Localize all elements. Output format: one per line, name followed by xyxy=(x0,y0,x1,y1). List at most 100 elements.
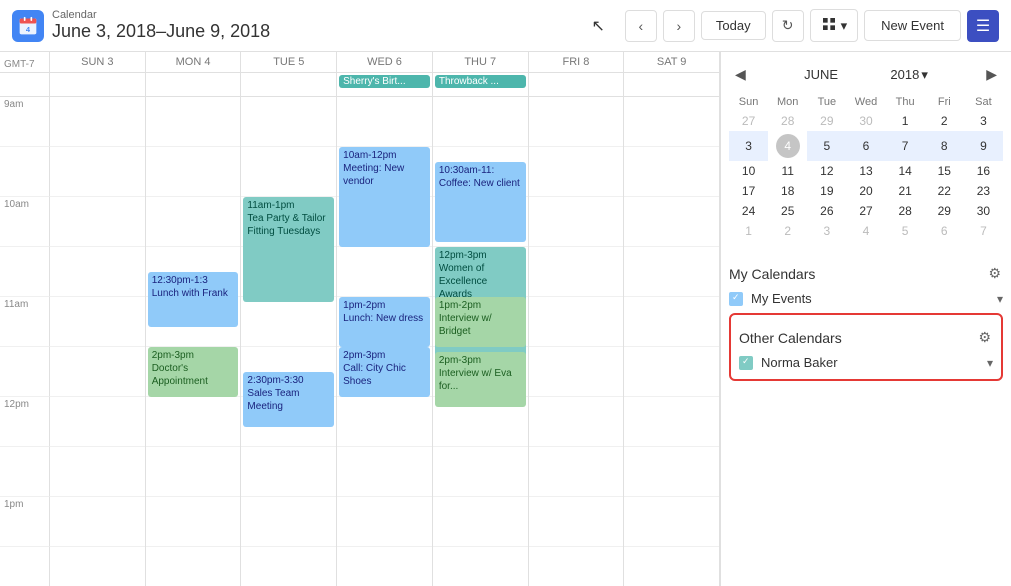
mini-cal-day[interactable]: 7 xyxy=(886,131,925,161)
calendar-event[interactable]: 11am-1pm Tea Party & Tailor Fitting Tues… xyxy=(243,197,334,302)
mini-cal-day[interactable]: 4 xyxy=(768,131,807,161)
mini-cal-day[interactable]: 5 xyxy=(807,131,846,161)
mini-cal-day[interactable]: 2 xyxy=(768,221,807,241)
calendar-event[interactable]: 1pm-2pm Lunch: New dress xyxy=(339,297,430,347)
mini-cal-prev[interactable]: ◀ xyxy=(729,64,752,85)
today-button[interactable]: Today xyxy=(701,11,766,40)
calendar-event[interactable]: 2pm-3pm Call: City Chic Shoes xyxy=(339,347,430,397)
mini-cal-day[interactable]: 10 xyxy=(729,161,768,181)
hour-cell[interactable] xyxy=(146,97,241,147)
hour-cell[interactable] xyxy=(529,547,624,586)
hour-cell[interactable] xyxy=(146,147,241,197)
hour-cell[interactable] xyxy=(241,97,336,147)
hour-cell[interactable] xyxy=(50,347,145,397)
mini-cal-next[interactable]: ▶ xyxy=(980,64,1003,85)
refresh-button[interactable]: ↻ xyxy=(772,10,804,42)
mini-cal-day[interactable]: 14 xyxy=(886,161,925,181)
hour-cell[interactable] xyxy=(337,547,432,586)
hour-cell[interactable] xyxy=(529,297,624,347)
hour-cell[interactable] xyxy=(624,147,719,197)
hour-cell[interactable] xyxy=(624,97,719,147)
hour-cell[interactable] xyxy=(50,447,145,497)
allday-event-throwback[interactable]: Throwback ... xyxy=(435,75,526,88)
mini-cal-day[interactable]: 4 xyxy=(846,221,885,241)
calendar-event[interactable]: 2pm-3pm Doctor's Appointment xyxy=(148,347,239,397)
hour-cell[interactable] xyxy=(529,347,624,397)
prev-button[interactable]: ‹ xyxy=(625,10,657,42)
mini-cal-day[interactable]: 13 xyxy=(846,161,885,181)
hour-cell[interactable] xyxy=(241,447,336,497)
view-selector[interactable]: ▾ xyxy=(810,9,859,42)
hour-cell[interactable] xyxy=(433,447,528,497)
cal-checkbox[interactable] xyxy=(739,356,753,370)
mini-cal-day[interactable]: 30 xyxy=(846,111,885,131)
hour-cell[interactable] xyxy=(50,547,145,586)
hour-cell[interactable] xyxy=(241,147,336,197)
hour-cell[interactable] xyxy=(146,397,241,447)
hour-cell[interactable] xyxy=(624,397,719,447)
mini-cal-day[interactable]: 27 xyxy=(729,111,768,131)
mini-cal-day[interactable]: 26 xyxy=(807,201,846,221)
new-event-button[interactable]: New Event xyxy=(864,10,961,41)
hour-cell[interactable] xyxy=(337,97,432,147)
mini-cal-day[interactable]: 9 xyxy=(964,131,1003,161)
hour-cell[interactable] xyxy=(241,297,336,347)
mini-cal-day[interactable]: 11 xyxy=(768,161,807,181)
mini-cal-day[interactable]: 23 xyxy=(964,181,1003,201)
hour-cell[interactable] xyxy=(50,397,145,447)
hour-cell[interactable] xyxy=(241,497,336,547)
hour-cell[interactable] xyxy=(624,247,719,297)
hour-cell[interactable] xyxy=(337,397,432,447)
mini-cal-day[interactable]: 28 xyxy=(886,201,925,221)
mini-cal-day[interactable]: 6 xyxy=(925,221,964,241)
hour-cell[interactable] xyxy=(529,97,624,147)
next-button[interactable]: › xyxy=(663,10,695,42)
mini-cal-day[interactable]: 12 xyxy=(807,161,846,181)
mini-cal-day[interactable]: 16 xyxy=(964,161,1003,181)
cal-expand-btn[interactable]: ▾ xyxy=(987,356,993,370)
mini-cal-year-btn[interactable]: 2018 ▾ xyxy=(890,67,927,83)
mini-cal-day[interactable]: 20 xyxy=(846,181,885,201)
mini-cal-day[interactable]: 3 xyxy=(964,111,1003,131)
hour-cell[interactable] xyxy=(146,497,241,547)
hour-cell[interactable] xyxy=(50,297,145,347)
calendar-event[interactable]: 10:30am-11: Coffee: New client xyxy=(435,162,526,242)
mini-cal-day[interactable]: 15 xyxy=(925,161,964,181)
hour-cell[interactable] xyxy=(529,497,624,547)
hour-cell[interactable] xyxy=(146,447,241,497)
mini-cal-day[interactable]: 21 xyxy=(886,181,925,201)
hour-cell[interactable] xyxy=(624,197,719,247)
mini-cal-day[interactable]: 24 xyxy=(729,201,768,221)
hour-cell[interactable] xyxy=(624,547,719,586)
my-calendars-settings[interactable]: ⚙ xyxy=(986,263,1003,284)
mini-cal-day[interactable]: 29 xyxy=(925,201,964,221)
mini-cal-day[interactable]: 7 xyxy=(964,221,1003,241)
mini-cal-day[interactable]: 17 xyxy=(729,181,768,201)
hour-cell[interactable] xyxy=(529,247,624,297)
hour-cell[interactable] xyxy=(337,247,432,297)
allday-event-sherrys[interactable]: Sherry's Birt... xyxy=(339,75,430,88)
hour-cell[interactable] xyxy=(50,147,145,197)
cal-checkbox[interactable] xyxy=(729,292,743,306)
hour-cell[interactable] xyxy=(241,547,336,586)
hour-cell[interactable] xyxy=(50,247,145,297)
mini-cal-day[interactable]: 8 xyxy=(925,131,964,161)
mini-cal-day[interactable]: 3 xyxy=(729,131,768,161)
other-calendars-settings[interactable]: ⚙ xyxy=(976,327,993,348)
hour-cell[interactable] xyxy=(624,447,719,497)
hour-cell[interactable] xyxy=(337,497,432,547)
hour-cell[interactable] xyxy=(433,97,528,147)
hour-cell[interactable] xyxy=(146,547,241,586)
calendar-event[interactable]: 2pm-3pm Interview w/ Eva for... xyxy=(435,352,526,407)
hour-cell[interactable] xyxy=(433,497,528,547)
hour-cell[interactable] xyxy=(50,197,145,247)
hour-cell[interactable] xyxy=(433,547,528,586)
mini-cal-day[interactable]: 30 xyxy=(964,201,1003,221)
hour-cell[interactable] xyxy=(529,447,624,497)
mini-cal-day[interactable]: 5 xyxy=(886,221,925,241)
calendar-event[interactable]: 12:30pm-1:3 Lunch with Frank xyxy=(148,272,239,327)
hour-cell[interactable] xyxy=(529,147,624,197)
hour-cell[interactable] xyxy=(50,497,145,547)
mini-cal-day[interactable]: 1 xyxy=(729,221,768,241)
mini-cal-day[interactable]: 25 xyxy=(768,201,807,221)
